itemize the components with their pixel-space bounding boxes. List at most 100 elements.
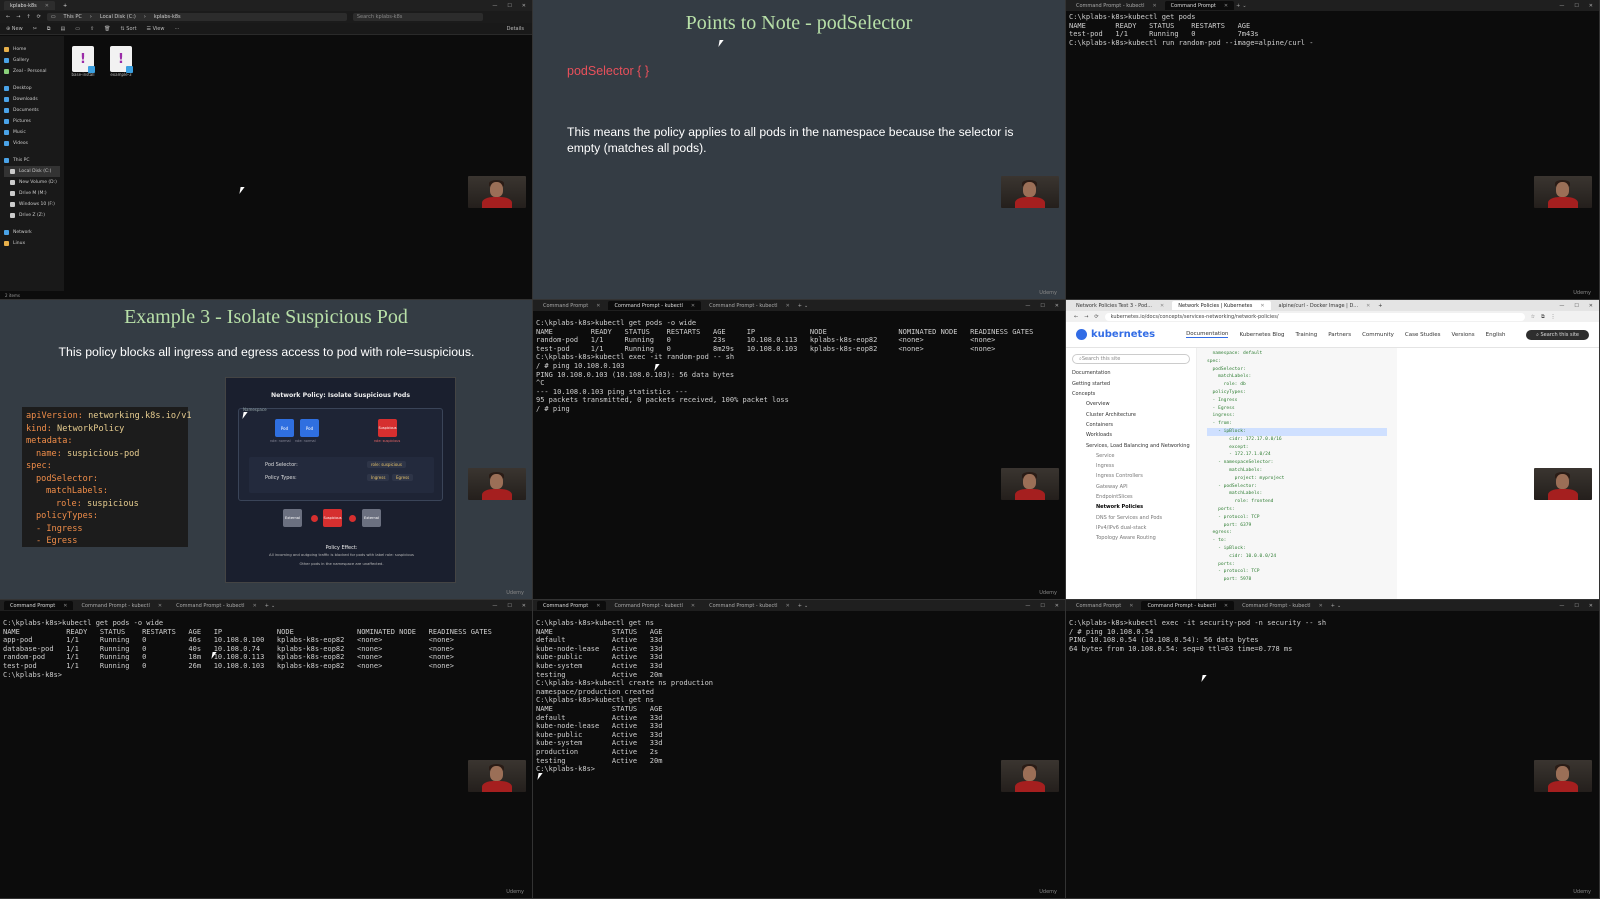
docs-nav-item[interactable]: Services, Load Balancing and Networking xyxy=(1072,440,1190,450)
view-button[interactable]: ☰ View xyxy=(147,26,165,32)
terminal-tab[interactable]: Command Prompt - kubectl ✕ xyxy=(1070,1,1163,10)
nav-training[interactable]: Training xyxy=(1296,332,1318,338)
minimize-icon[interactable]: — xyxy=(1559,3,1564,9)
cut-icon[interactable]: ✂ xyxy=(33,26,37,32)
url-bar[interactable]: kubernetes.io/docs/concepts/services-net… xyxy=(1104,312,1525,321)
menu-icon[interactable]: ⋮ xyxy=(1551,314,1556,320)
docs-nav-item[interactable]: Network Policies xyxy=(1072,502,1190,512)
maximize-icon[interactable]: ☐ xyxy=(507,3,511,9)
close-icon[interactable]: ✕ xyxy=(1160,303,1164,309)
refresh-icon[interactable]: ⟳ xyxy=(1094,314,1098,320)
sidebar-item[interactable]: Home xyxy=(4,44,60,55)
close-icon[interactable]: ✕ xyxy=(1366,303,1370,309)
maximize-icon[interactable]: ☐ xyxy=(1040,303,1044,309)
minimize-icon[interactable]: — xyxy=(492,603,497,609)
close-icon[interactable]: ✕ xyxy=(1260,303,1264,309)
details-button[interactable]: Details xyxy=(507,26,524,32)
docs-nav-item[interactable]: Ingress xyxy=(1072,461,1190,471)
docs-nav-item[interactable]: Gateway API xyxy=(1072,482,1190,492)
close-window-icon[interactable]: ✕ xyxy=(1589,3,1593,9)
close-icon[interactable]: ✕ xyxy=(596,603,600,609)
terminal-output[interactable]: C:\kplabs-k8s>kubectl get ns NAME STATUS … xyxy=(533,611,1065,776)
plus-icon[interactable]: + xyxy=(1236,3,1240,9)
sidebar-search-input[interactable]: ⌕ Search this site xyxy=(1072,354,1190,365)
terminal-tab[interactable]: Command Prompt - kubectl ✕ xyxy=(608,301,702,310)
close-window-icon[interactable]: ✕ xyxy=(1055,603,1059,609)
minimize-icon[interactable]: — xyxy=(1559,303,1564,309)
docs-nav-item[interactable]: Documentation xyxy=(1072,368,1190,378)
docs-nav-item[interactable]: Workloads xyxy=(1072,430,1190,440)
copy-icon[interactable]: ⧉ xyxy=(47,26,51,32)
nav-blog[interactable]: Kubernetes Blog xyxy=(1239,332,1284,338)
back-arrow-icon[interactable]: ← xyxy=(6,14,10,20)
close-icon[interactable]: ✕ xyxy=(691,303,695,309)
close-icon[interactable]: ✕ xyxy=(63,603,67,609)
sidebar-item[interactable]: Windows 10 (F:) xyxy=(4,199,60,210)
nav-case-studies[interactable]: Case Studies xyxy=(1405,332,1441,338)
nav-language[interactable]: English xyxy=(1486,332,1506,338)
extensions-icon[interactable]: ⧉ xyxy=(1541,314,1545,320)
close-icon[interactable]: ✕ xyxy=(1129,603,1133,609)
terminal-tab[interactable]: Command Prompt - kubectl ✕ xyxy=(1141,601,1235,610)
breadcrumb-local-disk[interactable]: Local Disk (C:) xyxy=(100,14,136,20)
delete-icon[interactable]: 🗑 xyxy=(104,26,110,32)
docs-nav-item[interactable]: Service xyxy=(1072,451,1190,461)
close-window-icon[interactable]: ✕ xyxy=(1055,303,1059,309)
chevron-down-icon[interactable]: ⌄ xyxy=(804,303,808,309)
close-icon[interactable]: ✕ xyxy=(45,3,49,9)
close-window-icon[interactable]: ✕ xyxy=(1589,603,1593,609)
kubernetes-logo[interactable]: kubernetes xyxy=(1076,329,1155,340)
close-icon[interactable]: ✕ xyxy=(1224,603,1228,609)
explorer-search-input[interactable]: Search kplabs-k8s xyxy=(352,13,483,21)
close-icon[interactable]: ✕ xyxy=(786,603,790,609)
chevron-down-icon[interactable]: ⌄ xyxy=(804,603,808,609)
close-icon[interactable]: ✕ xyxy=(691,603,695,609)
sidebar-item[interactable]: Music xyxy=(4,127,60,138)
sidebar-item[interactable]: Documents xyxy=(4,105,60,116)
forward-arrow-icon[interactable]: → xyxy=(1084,314,1088,320)
docs-nav-item[interactable]: IPv4/IPv6 dual-stack xyxy=(1072,523,1190,533)
minimize-icon[interactable]: — xyxy=(1025,603,1030,609)
docs-nav-item[interactable]: DNS for Services and Pods xyxy=(1072,512,1190,522)
sidebar-item[interactable]: Network xyxy=(4,227,60,238)
terminal-output[interactable]: C:\kplabs-k8s>kubectl get pods -o wide NA… xyxy=(533,311,1065,416)
maximize-icon[interactable]: ☐ xyxy=(1574,603,1578,609)
terminal-tab[interactable]: Command Prompt ✕ xyxy=(537,301,606,310)
sidebar-item[interactable]: Videos xyxy=(4,138,60,149)
maximize-icon[interactable]: ☐ xyxy=(507,603,511,609)
site-search-input[interactable]: ⌕ Search this site xyxy=(1526,329,1589,340)
close-icon[interactable]: ✕ xyxy=(786,303,790,309)
docs-nav-item[interactable]: EndpointSlices xyxy=(1072,492,1190,502)
breadcrumb-folder[interactable]: kplabs-k8s xyxy=(154,14,181,20)
plus-icon[interactable]: + xyxy=(265,603,269,609)
close-icon[interactable]: ✕ xyxy=(158,603,162,609)
breadcrumb-this-pc[interactable]: This PC xyxy=(64,14,82,20)
docs-nav-item[interactable]: Containers xyxy=(1072,420,1190,430)
terminal-tab[interactable]: Command Prompt - kubectl ✕ xyxy=(170,601,263,610)
terminal-output[interactable]: C:\kplabs-k8s>kubectl get pods NAME READY… xyxy=(1066,11,1599,49)
new-button[interactable]: ⊕ New xyxy=(6,26,23,32)
paste-icon[interactable]: ▤ xyxy=(60,26,65,32)
terminal-tab[interactable]: Command Prompt - kubectl ✕ xyxy=(75,601,168,610)
terminal-tab[interactable]: Command Prompt - kubectl ✕ xyxy=(703,301,796,310)
minimize-icon[interactable]: — xyxy=(1025,303,1030,309)
browser-tab[interactable]: Network Policies | Kubernetes ✕ xyxy=(1172,301,1271,310)
plus-icon[interactable]: + xyxy=(63,3,67,9)
terminal-tab[interactable]: Command Prompt - kubectl ✕ xyxy=(608,601,701,610)
address-bar[interactable]: ▭ This PC › Local Disk (C:) › kplabs-k8s xyxy=(46,13,347,21)
close-icon[interactable]: ✕ xyxy=(253,603,257,609)
star-icon[interactable]: ☆ xyxy=(1531,314,1535,320)
maximize-icon[interactable]: ☐ xyxy=(1574,3,1578,9)
terminal-tab[interactable]: Command Prompt ✕ xyxy=(537,601,607,610)
plus-icon[interactable]: + xyxy=(798,303,802,309)
close-icon[interactable]: ✕ xyxy=(1224,3,1228,9)
maximize-icon[interactable]: ☐ xyxy=(1040,603,1044,609)
docs-nav-item[interactable]: Topology Aware Routing xyxy=(1072,533,1190,543)
chevron-down-icon[interactable]: ⌄ xyxy=(1337,603,1341,609)
sidebar-item[interactable]: This PC xyxy=(4,155,60,166)
forward-arrow-icon[interactable]: → xyxy=(16,14,20,20)
refresh-icon[interactable]: ⟳ xyxy=(37,14,41,20)
terminal-output[interactable]: C:\kplabs-k8s>kubectl get pods -o wide NA… xyxy=(0,611,532,681)
sidebar-item[interactable]: Drive M (M:) xyxy=(4,188,60,199)
chevron-down-icon[interactable]: ⌄ xyxy=(271,603,275,609)
